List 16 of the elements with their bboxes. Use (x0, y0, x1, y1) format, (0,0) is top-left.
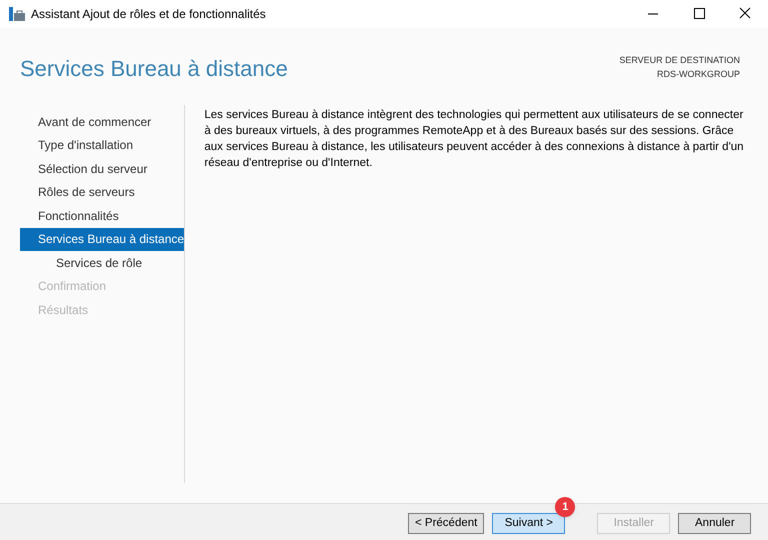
nav-item[interactable]: Services de rôle (20, 251, 184, 274)
nav-item[interactable]: Type d'installation (20, 134, 184, 157)
app-icon (9, 7, 25, 21)
wizard-button[interactable]: < Précédent (408, 513, 484, 534)
destination-server: RDS-WORKGROUP (657, 68, 740, 81)
description: Les services Bureau à distance intègrent des technologies qui permettent aux utilisateurs de se connecter à des bureaux virtuels, à des programmes RemoteApp et à des Bureaux basés sur des sessions. Grâce aux services Bureau à distance, les utilisateurs peuvent accéder à des connexions à distance à partir d'un réseau d'entreprise ou d'Internet. (204, 108, 744, 171)
nav-item[interactable]: Rôles de serveurs (20, 180, 184, 204)
window-title: Assistant Ajout de rôles et de fonctionnalités (31, 6, 266, 23)
destination-label: SERVEUR DE DESTINATION (619, 54, 740, 67)
wizard-button[interactable]: Suivant > (492, 513, 566, 534)
nav-item[interactable]: Fonctionnalités (20, 204, 184, 228)
wizard-button[interactable]: Annuler (678, 513, 752, 534)
nav-item[interactable]: Sélection du serveur (20, 157, 184, 180)
page-title: Services Bureau à distance (20, 55, 288, 83)
nav-item[interactable]: Avant de commencer (20, 110, 184, 134)
nav-item[interactable]: Services Bureau à distance (20, 228, 184, 251)
